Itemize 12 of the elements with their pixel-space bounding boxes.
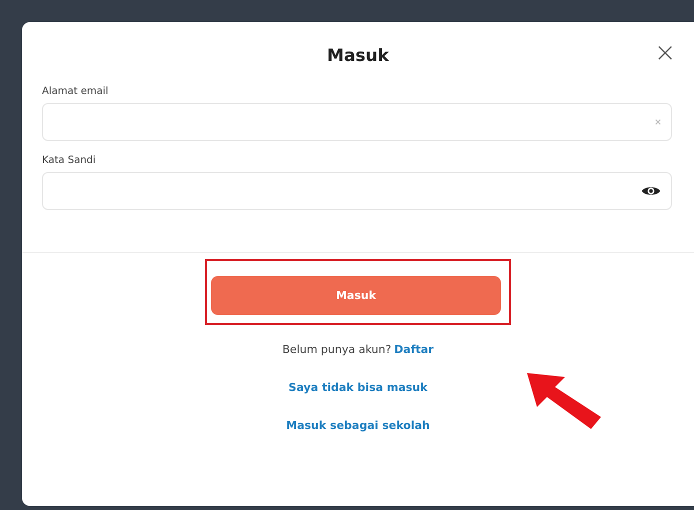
input-field[interactable] <box>42 172 672 210</box>
help-link[interactable]: Saya tidak bisa masuk <box>288 381 428 394</box>
login-button[interactable]: Masuk <box>211 276 501 315</box>
signup-prompt: Belum punya akun? <box>282 343 392 356</box>
help-link[interactable]: Masuk sebagai sekolah <box>286 419 430 432</box>
field-label: Kata Sandi <box>42 155 97 166</box>
input-field[interactable] <box>42 103 672 141</box>
field-label: Alamat email <box>42 86 110 97</box>
dialog-title: Masuk <box>327 46 389 66</box>
clear-icon[interactable] <box>655 119 661 125</box>
close-button[interactable]: × <box>650 40 680 66</box>
signup-link[interactable]: Daftar <box>394 343 434 356</box>
